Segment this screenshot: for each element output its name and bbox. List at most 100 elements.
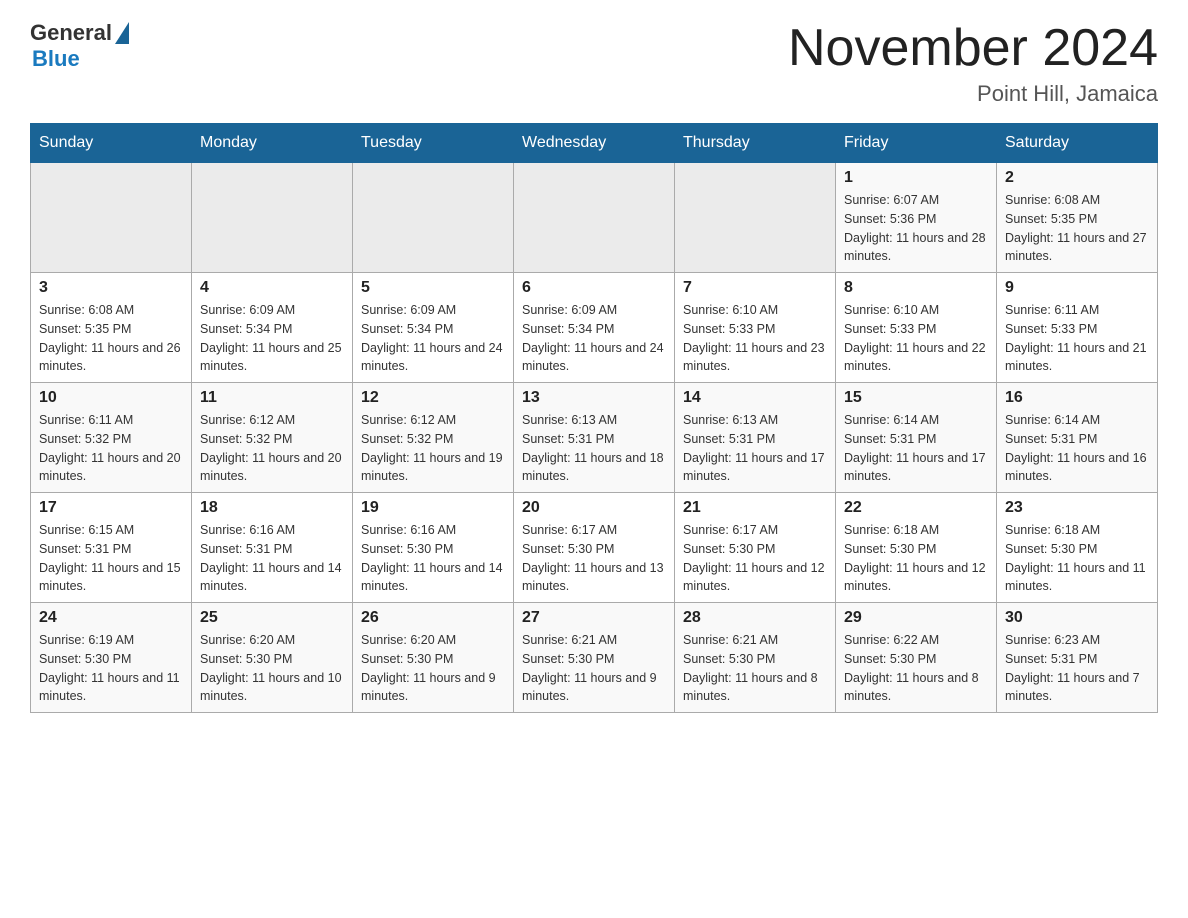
calendar-title: November 2024 <box>788 20 1158 77</box>
day-info: Sunrise: 6:09 AM Sunset: 5:34 PM Dayligh… <box>361 301 505 376</box>
day-number: 10 <box>39 389 183 407</box>
day-number: 9 <box>1005 279 1149 297</box>
day-number: 3 <box>39 279 183 297</box>
calendar-day-cell: 21 Sunrise: 6:17 AM Sunset: 5:30 PM Dayli… <box>675 493 836 603</box>
day-of-week-header: Friday <box>836 124 997 163</box>
day-info: Sunrise: 6:10 AM Sunset: 5:33 PM Dayligh… <box>844 301 988 376</box>
day-info: Sunrise: 6:18 AM Sunset: 5:30 PM Dayligh… <box>1005 521 1149 596</box>
calendar-day-cell: 14 Sunrise: 6:13 AM Sunset: 5:31 PM Dayli… <box>675 383 836 493</box>
title-block: November 2024 Point Hill, Jamaica <box>788 20 1158 107</box>
day-number: 22 <box>844 499 988 517</box>
day-info: Sunrise: 6:14 AM Sunset: 5:31 PM Dayligh… <box>1005 411 1149 486</box>
day-info: Sunrise: 6:21 AM Sunset: 5:30 PM Dayligh… <box>683 631 827 706</box>
day-number: 13 <box>522 389 666 407</box>
day-info: Sunrise: 6:17 AM Sunset: 5:30 PM Dayligh… <box>683 521 827 596</box>
day-info: Sunrise: 6:11 AM Sunset: 5:32 PM Dayligh… <box>39 411 183 486</box>
calendar-week-row: 17 Sunrise: 6:15 AM Sunset: 5:31 PM Dayli… <box>31 493 1158 603</box>
day-info: Sunrise: 6:20 AM Sunset: 5:30 PM Dayligh… <box>361 631 505 706</box>
day-info: Sunrise: 6:13 AM Sunset: 5:31 PM Dayligh… <box>522 411 666 486</box>
calendar-day-cell: 5 Sunrise: 6:09 AM Sunset: 5:34 PM Daylig… <box>353 273 514 383</box>
calendar-day-cell: 1 Sunrise: 6:07 AM Sunset: 5:36 PM Daylig… <box>836 163 997 273</box>
day-number: 6 <box>522 279 666 297</box>
day-of-week-header: Saturday <box>997 124 1158 163</box>
calendar-subtitle: Point Hill, Jamaica <box>788 81 1158 107</box>
day-info: Sunrise: 6:12 AM Sunset: 5:32 PM Dayligh… <box>200 411 344 486</box>
calendar-day-cell: 20 Sunrise: 6:17 AM Sunset: 5:30 PM Dayli… <box>514 493 675 603</box>
day-number: 8 <box>844 279 988 297</box>
calendar-day-cell: 13 Sunrise: 6:13 AM Sunset: 5:31 PM Dayli… <box>514 383 675 493</box>
calendar-day-cell <box>514 163 675 273</box>
day-info: Sunrise: 6:14 AM Sunset: 5:31 PM Dayligh… <box>844 411 988 486</box>
day-number: 16 <box>1005 389 1149 407</box>
calendar-day-cell <box>353 163 514 273</box>
day-info: Sunrise: 6:20 AM Sunset: 5:30 PM Dayligh… <box>200 631 344 706</box>
day-info: Sunrise: 6:10 AM Sunset: 5:33 PM Dayligh… <box>683 301 827 376</box>
calendar-day-cell: 11 Sunrise: 6:12 AM Sunset: 5:32 PM Dayli… <box>192 383 353 493</box>
day-info: Sunrise: 6:16 AM Sunset: 5:30 PM Dayligh… <box>361 521 505 596</box>
day-number: 25 <box>200 609 344 627</box>
day-number: 26 <box>361 609 505 627</box>
day-number: 27 <box>522 609 666 627</box>
day-info: Sunrise: 6:12 AM Sunset: 5:32 PM Dayligh… <box>361 411 505 486</box>
day-number: 21 <box>683 499 827 517</box>
day-number: 29 <box>844 609 988 627</box>
day-number: 24 <box>39 609 183 627</box>
calendar-header-row: SundayMondayTuesdayWednesdayThursdayFrid… <box>31 124 1158 163</box>
day-info: Sunrise: 6:17 AM Sunset: 5:30 PM Dayligh… <box>522 521 666 596</box>
calendar-day-cell: 8 Sunrise: 6:10 AM Sunset: 5:33 PM Daylig… <box>836 273 997 383</box>
calendar-day-cell: 12 Sunrise: 6:12 AM Sunset: 5:32 PM Dayli… <box>353 383 514 493</box>
calendar-day-cell: 15Sunrise: 6:14 AM Sunset: 5:31 PM Dayli… <box>836 383 997 493</box>
day-number: 12 <box>361 389 505 407</box>
day-info: Sunrise: 6:19 AM Sunset: 5:30 PM Dayligh… <box>39 631 183 706</box>
day-info: Sunrise: 6:16 AM Sunset: 5:31 PM Dayligh… <box>200 521 344 596</box>
day-of-week-header: Monday <box>192 124 353 163</box>
calendar-day-cell: 26 Sunrise: 6:20 AM Sunset: 5:30 PM Dayli… <box>353 603 514 713</box>
day-info: Sunrise: 6:07 AM Sunset: 5:36 PM Dayligh… <box>844 191 988 266</box>
calendar-day-cell: 9 Sunrise: 6:11 AM Sunset: 5:33 PM Daylig… <box>997 273 1158 383</box>
calendar-day-cell: 3 Sunrise: 6:08 AM Sunset: 5:35 PM Daylig… <box>31 273 192 383</box>
logo: General Blue <box>30 20 129 72</box>
calendar-day-cell <box>675 163 836 273</box>
day-number: 18 <box>200 499 344 517</box>
day-info: Sunrise: 6:13 AM Sunset: 5:31 PM Dayligh… <box>683 411 827 486</box>
calendar-day-cell: 18 Sunrise: 6:16 AM Sunset: 5:31 PM Dayli… <box>192 493 353 603</box>
day-of-week-header: Thursday <box>675 124 836 163</box>
calendar-week-row: 1 Sunrise: 6:07 AM Sunset: 5:36 PM Daylig… <box>31 163 1158 273</box>
day-info: Sunrise: 6:22 AM Sunset: 5:30 PM Dayligh… <box>844 631 988 706</box>
logo-general-text: General <box>30 20 112 46</box>
calendar-day-cell: 23 Sunrise: 6:18 AM Sunset: 5:30 PM Dayli… <box>997 493 1158 603</box>
day-number: 7 <box>683 279 827 297</box>
calendar-day-cell <box>192 163 353 273</box>
calendar-day-cell: 10 Sunrise: 6:11 AM Sunset: 5:32 PM Dayli… <box>31 383 192 493</box>
calendar-day-cell <box>31 163 192 273</box>
day-number: 5 <box>361 279 505 297</box>
calendar-week-row: 24 Sunrise: 6:19 AM Sunset: 5:30 PM Dayli… <box>31 603 1158 713</box>
day-info: Sunrise: 6:08 AM Sunset: 5:35 PM Dayligh… <box>39 301 183 376</box>
day-number: 1 <box>844 169 988 187</box>
calendar-day-cell: 29 Sunrise: 6:22 AM Sunset: 5:30 PM Dayli… <box>836 603 997 713</box>
calendar-week-row: 10 Sunrise: 6:11 AM Sunset: 5:32 PM Dayli… <box>31 383 1158 493</box>
calendar-day-cell: 17 Sunrise: 6:15 AM Sunset: 5:31 PM Dayli… <box>31 493 192 603</box>
calendar-day-cell: 16 Sunrise: 6:14 AM Sunset: 5:31 PM Dayli… <box>997 383 1158 493</box>
calendar-week-row: 3 Sunrise: 6:08 AM Sunset: 5:35 PM Daylig… <box>31 273 1158 383</box>
day-info: Sunrise: 6:11 AM Sunset: 5:33 PM Dayligh… <box>1005 301 1149 376</box>
calendar-day-cell: 30Sunrise: 6:23 AM Sunset: 5:31 PM Dayli… <box>997 603 1158 713</box>
day-info: Sunrise: 6:15 AM Sunset: 5:31 PM Dayligh… <box>39 521 183 596</box>
calendar-day-cell: 27Sunrise: 6:21 AM Sunset: 5:30 PM Dayli… <box>514 603 675 713</box>
day-info: Sunrise: 6:09 AM Sunset: 5:34 PM Dayligh… <box>200 301 344 376</box>
day-of-week-header: Sunday <box>31 124 192 163</box>
day-number: 14 <box>683 389 827 407</box>
day-info: Sunrise: 6:09 AM Sunset: 5:34 PM Dayligh… <box>522 301 666 376</box>
day-info: Sunrise: 6:23 AM Sunset: 5:31 PM Dayligh… <box>1005 631 1149 706</box>
calendar-day-cell: 2Sunrise: 6:08 AM Sunset: 5:35 PM Daylig… <box>997 163 1158 273</box>
logo-blue-text: Blue <box>32 46 80 72</box>
calendar-day-cell: 22Sunrise: 6:18 AM Sunset: 5:30 PM Dayli… <box>836 493 997 603</box>
day-number: 20 <box>522 499 666 517</box>
day-number: 23 <box>1005 499 1149 517</box>
day-number: 28 <box>683 609 827 627</box>
day-number: 2 <box>1005 169 1149 187</box>
calendar-day-cell: 4 Sunrise: 6:09 AM Sunset: 5:34 PM Daylig… <box>192 273 353 383</box>
day-number: 17 <box>39 499 183 517</box>
day-number: 4 <box>200 279 344 297</box>
day-number: 11 <box>200 389 344 407</box>
